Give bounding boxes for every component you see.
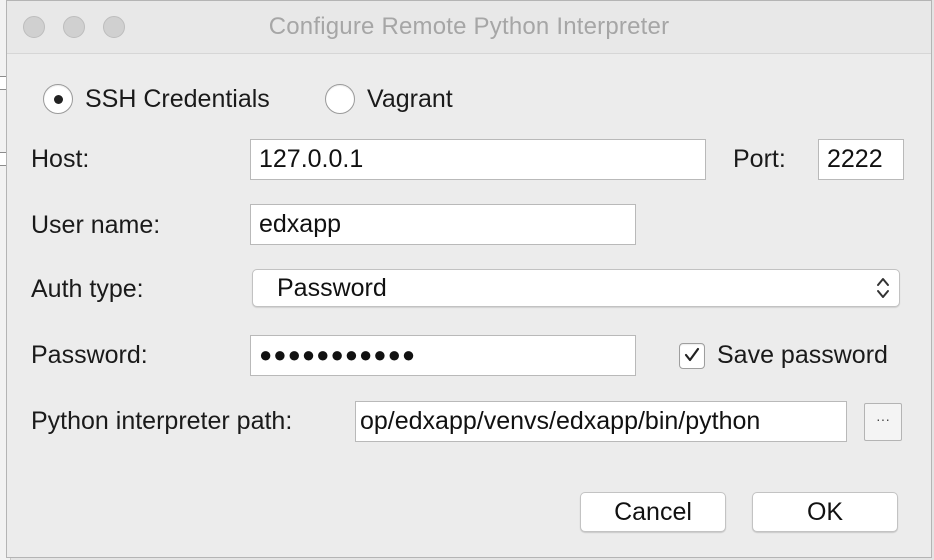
radio-ssh-credentials-label[interactable]: SSH Credentials xyxy=(85,85,270,114)
auth-type-label: Auth type: xyxy=(31,275,144,303)
auth-type-select[interactable]: Password xyxy=(252,269,900,307)
auth-type-selected-value: Password xyxy=(277,274,387,302)
save-password-checkbox[interactable] xyxy=(679,343,705,369)
configure-remote-interpreter-dialog: Configure Remote Python Interpreter SSH … xyxy=(6,0,932,558)
port-input[interactable]: 2222 xyxy=(818,139,904,180)
radio-vagrant-label[interactable]: Vagrant xyxy=(367,85,453,114)
username-label: User name: xyxy=(31,211,161,239)
radio-selected-icon xyxy=(54,95,63,104)
radio-ssh-credentials[interactable] xyxy=(43,84,73,114)
password-label: Password: xyxy=(31,341,148,369)
host-input[interactable]: 127.0.0.1 xyxy=(250,139,706,180)
checkmark-icon xyxy=(684,347,700,362)
cancel-button[interactable]: Cancel xyxy=(580,492,726,532)
interpreter-path-input[interactable]: op/edxapp/venvs/edxapp/bin/python xyxy=(355,401,847,442)
port-label: Port: xyxy=(733,145,786,173)
save-password-label[interactable]: Save password xyxy=(717,341,888,370)
title-bar: Configure Remote Python Interpreter xyxy=(7,1,931,54)
password-input[interactable]: ●●●●●●●●●●● xyxy=(250,335,636,376)
ok-button[interactable]: OK xyxy=(752,492,898,532)
browse-interpreter-button[interactable]: ··· xyxy=(864,403,902,441)
window-title: Configure Remote Python Interpreter xyxy=(268,13,670,40)
username-input[interactable]: edxapp xyxy=(250,204,636,245)
interpreter-path-value: op/edxapp/venvs/edxapp/bin/python xyxy=(360,407,761,435)
radio-vagrant[interactable] xyxy=(325,84,355,114)
up-down-chevron-icon xyxy=(877,278,889,298)
interpreter-path-label: Python interpreter path: xyxy=(31,407,293,435)
host-label: Host: xyxy=(31,145,90,173)
